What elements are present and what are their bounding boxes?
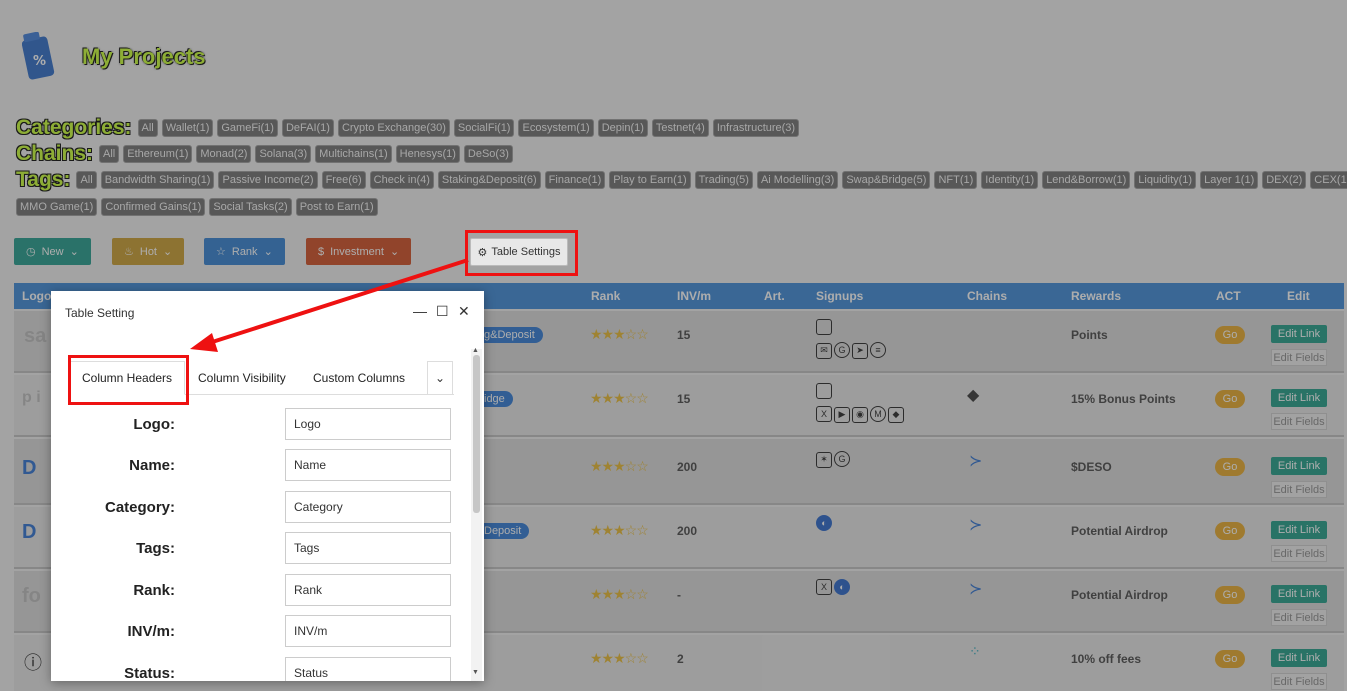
field-label: INV/m: — [127, 623, 175, 640]
close-icon[interactable]: ✕ — [458, 303, 470, 320]
scroll-up-icon[interactable]: ▲ — [472, 347, 479, 354]
column-header-input[interactable] — [285, 532, 451, 564]
field-tags: Tags: — [51, 532, 471, 566]
table-setting-dialog: Table Setting — ☐ ✕ Column Headers Colum… — [51, 291, 484, 681]
maximize-icon[interactable]: ☐ — [436, 303, 449, 320]
column-header-input[interactable] — [285, 491, 451, 523]
field-logo: Logo: — [51, 408, 471, 442]
field-status: Status: — [51, 657, 471, 681]
field-label: Tags: — [136, 540, 175, 557]
column-header-input[interactable] — [285, 615, 451, 647]
field-label: Name: — [129, 457, 175, 474]
field-label: Category: — [104, 499, 175, 516]
field-label: Status: — [124, 665, 175, 681]
minimize-icon[interactable]: — — [413, 303, 427, 319]
field-inv: INV/m: — [51, 615, 471, 649]
dialog-scrollbar[interactable]: ▲ ▼ — [471, 347, 482, 681]
column-headers-highlight — [68, 355, 189, 405]
dialog-title: Table Setting — [65, 306, 135, 320]
field-rank: Rank: — [51, 574, 471, 608]
field-category: Category: — [51, 491, 471, 525]
scroll-down-icon[interactable]: ▼ — [472, 669, 479, 676]
column-header-input[interactable] — [285, 449, 451, 481]
scroll-thumb[interactable] — [473, 355, 480, 513]
column-header-input[interactable] — [285, 574, 451, 606]
tab-custom-columns[interactable]: Custom Columns — [313, 361, 405, 395]
tab-column-visibility[interactable]: Column Visibility — [198, 361, 286, 395]
chevron-down-icon[interactable]: ⌄ — [427, 361, 453, 395]
table-settings-highlight — [465, 230, 578, 276]
column-header-input[interactable] — [285, 408, 451, 440]
field-label: Rank: — [133, 582, 175, 599]
field-label: Logo: — [133, 416, 175, 433]
field-name: Name: — [51, 449, 471, 483]
column-header-input[interactable] — [285, 657, 451, 681]
